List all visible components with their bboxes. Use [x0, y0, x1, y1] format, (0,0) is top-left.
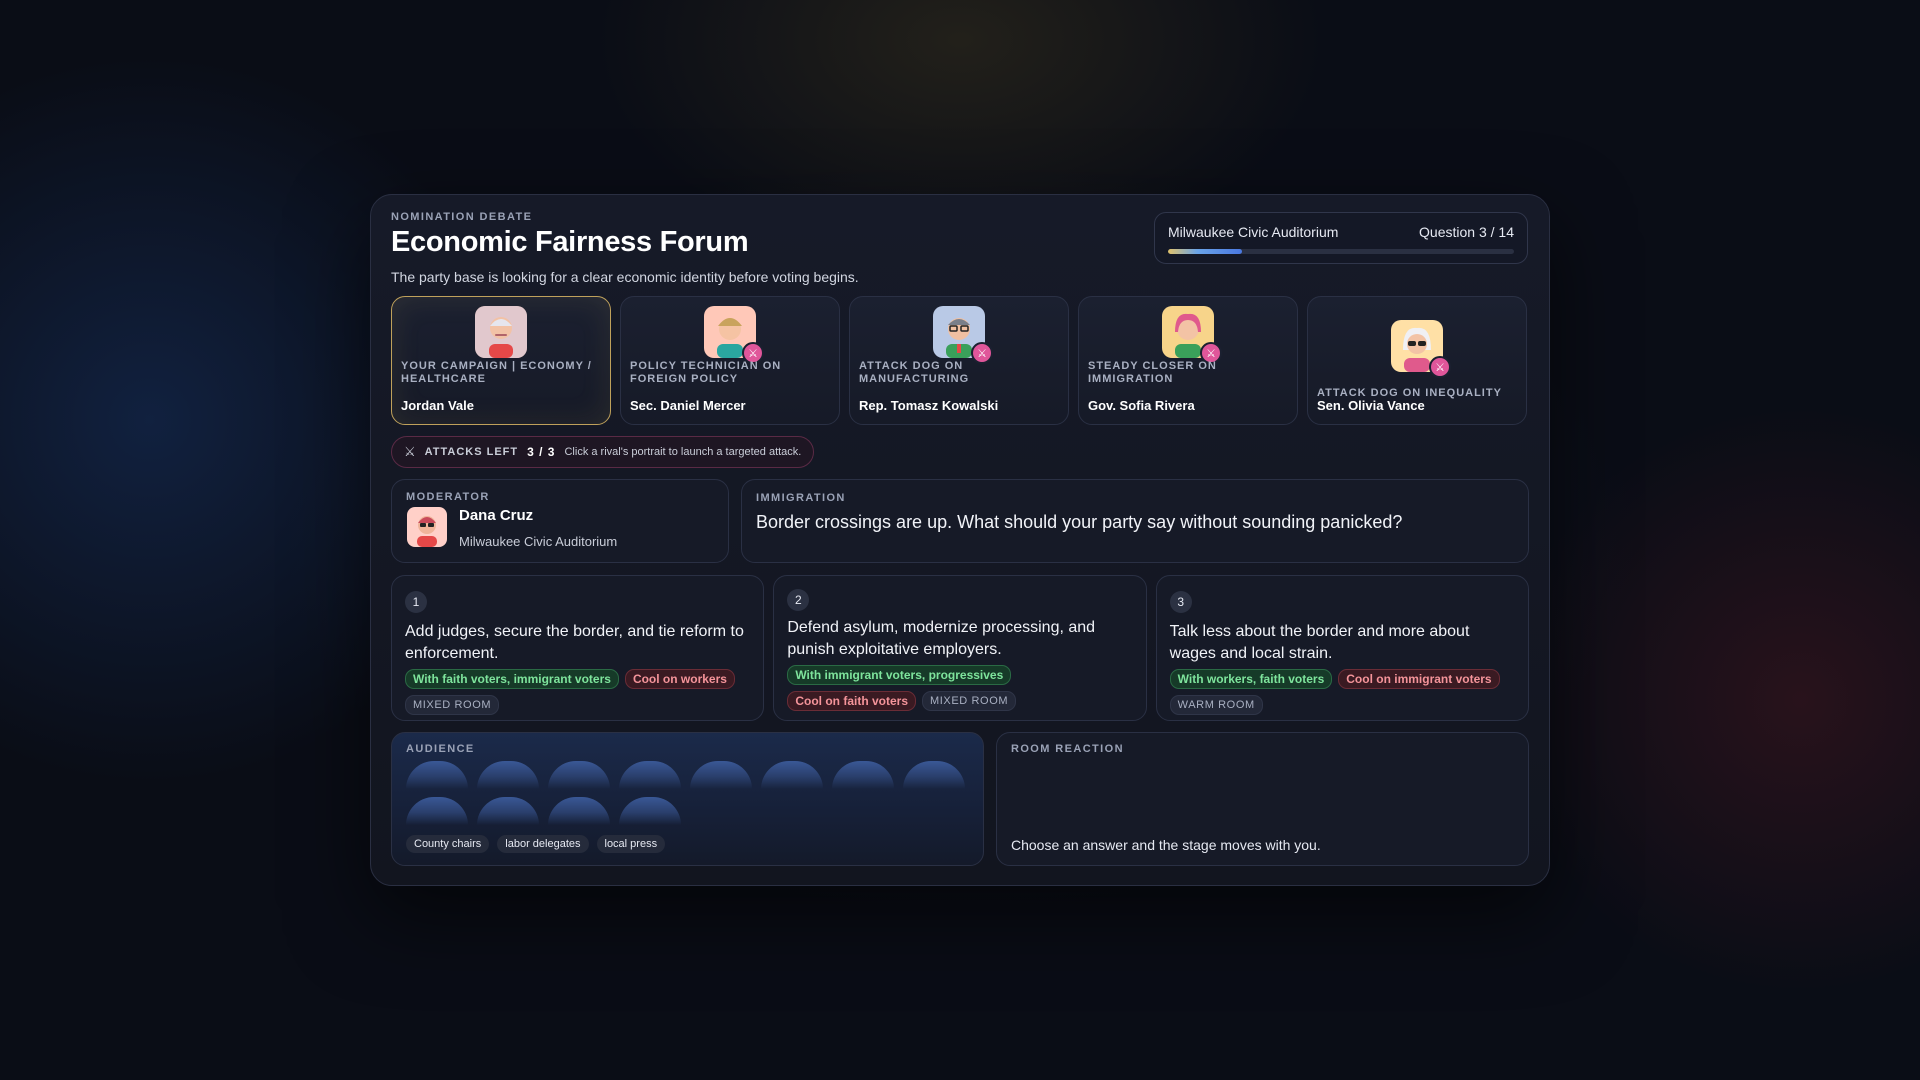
swords-badge-icon: ⚔ — [1429, 356, 1451, 378]
candidate-name: Rep. Tomasz Kowalski — [859, 398, 999, 413]
candidate-card-tomasz-kowalski[interactable]: ⚔ ATTACK DOG ON MANUFACTURING Rep. Tomas… — [849, 296, 1069, 425]
audience-chip: local press — [596, 835, 666, 853]
candidate-role: POLICY TECHNICIAN ON FOREIGN POLICY — [630, 360, 782, 385]
answer-number: 2 — [787, 589, 810, 611]
candidate-role: ATTACK DOG ON MANUFACTURING — [859, 360, 970, 385]
audience-seat — [832, 761, 894, 789]
candidate-name: Sen. Olivia Vance — [1317, 398, 1425, 413]
attacks-hint: Click a rival's portrait to launch a tar… — [564, 446, 802, 458]
candidate-card-daniel-mercer[interactable]: ⚔ POLICY TECHNICIAN ON FOREIGN POLICY Se… — [620, 296, 840, 425]
candidate-name: Jordan Vale — [401, 398, 474, 413]
tag-detractors: Cool on immigrant voters — [1338, 669, 1500, 689]
progress-fill — [1168, 249, 1243, 254]
debate-panel: NOMINATION DEBATE Economic Fairness Foru… — [370, 194, 1550, 886]
reaction-text: Choose an answer and the stage moves wit… — [1011, 837, 1321, 853]
tag-room: WARM ROOM — [1169, 695, 1263, 715]
tag-detractors: Cool on workers — [624, 669, 735, 689]
tag-detractors: Cool on faith voters — [787, 691, 916, 711]
tag-room: MIXED ROOM — [922, 691, 1017, 711]
moderator-label: MODERATOR — [406, 491, 490, 503]
audience-chip: County chairs — [406, 835, 490, 853]
audience-seat — [619, 797, 681, 825]
answer-number: 1 — [405, 591, 427, 613]
venue-progress: Milwaukee Civic Auditorium Question 3 / … — [1154, 212, 1528, 264]
answer-text: Defend asylum, modernize processing, and… — [787, 619, 1096, 658]
question-text: Border crossings are up. What should you… — [756, 512, 1403, 532]
room-reaction-panel: ROOM REACTION Choose an answer and the s… — [996, 732, 1529, 866]
reaction-label: ROOM REACTION — [1011, 743, 1124, 755]
tag-supporters: With workers, faith voters — [1169, 669, 1333, 689]
audience-seat — [619, 761, 681, 789]
candidate-card-sofia-rivera[interactable]: ⚔ STEADY CLOSER ON IMMIGRATION Gov. Sofi… — [1078, 296, 1298, 425]
answer-option-1[interactable]: 1 Add judges, secure the border, and tie… — [391, 575, 765, 721]
moderator-venue: Milwaukee Civic Auditorium — [459, 534, 618, 549]
tag-room: MIXED ROOM — [405, 695, 500, 715]
candidate-name: Gov. Sofia Rivera — [1088, 398, 1195, 413]
audience-seat — [406, 761, 468, 789]
audience-seat — [477, 761, 539, 789]
moderator-avatar — [407, 507, 447, 547]
page-subtitle: The party base is looking for a clear ec… — [391, 269, 859, 285]
answer-number: 3 — [1169, 591, 1192, 613]
tag-supporters: With faith voters, immigrant voters — [405, 669, 619, 689]
answer-option-3[interactable]: 3 Talk less about the border and more ab… — [1155, 575, 1529, 721]
moderator-card: MODERATOR Dana Cruz Milwaukee Civic Audi… — [391, 479, 729, 563]
attacks-label: ATTACKS LEFT — [424, 446, 519, 458]
venue-name: Milwaukee Civic Auditorium — [1168, 224, 1339, 240]
candidate-card-jordan-vale: YOUR CAMPAIGN | ECONOMY / HEALTHCARE Jor… — [391, 296, 611, 425]
answer-text: Add judges, secure the border, and tie r… — [405, 623, 744, 662]
portrait-icon — [475, 306, 527, 358]
audience-panel: AUDIENCE County chairs labor delegates l… — [391, 732, 984, 866]
audience-seat — [477, 797, 539, 825]
candidate-portrait[interactable]: ⚔ — [704, 306, 764, 364]
audience-seat — [548, 761, 610, 789]
audience-seat — [406, 797, 468, 825]
candidate-row: YOUR CAMPAIGN | ECONOMY / HEALTHCARE Jor… — [391, 296, 1529, 425]
candidate-portrait[interactable]: ⚔ — [1391, 320, 1451, 378]
candidate-role: STEADY CLOSER ON IMMIGRATION — [1088, 360, 1217, 385]
audience-seat — [761, 761, 823, 789]
audience-seats — [406, 761, 976, 825]
audience-seat — [903, 761, 965, 789]
candidate-name: Sec. Daniel Mercer — [630, 398, 746, 413]
tag-supporters: With immigrant voters, progressives — [787, 665, 1012, 685]
portrait-icon — [407, 507, 447, 547]
candidate-portrait[interactable]: ⚔ — [933, 306, 993, 364]
question-topic: IMMIGRATION — [756, 492, 846, 504]
question-counter: Question 3 / 14 — [1419, 224, 1514, 240]
audience-seat — [690, 761, 752, 789]
attacks-left-pill: ⚔ ATTACKS LEFT 3 / 3 Click a rival's por… — [391, 436, 815, 468]
audience-chip: labor delegates — [497, 835, 589, 853]
candidate-card-olivia-vance[interactable]: ⚔ ATTACK DOG ON INEQUALITY Sen. Olivia V… — [1307, 296, 1527, 425]
progress-bar — [1168, 249, 1514, 254]
swords-icon: ⚔ — [404, 444, 416, 459]
attacks-count: 3 / 3 — [527, 445, 556, 459]
candidate-portrait — [475, 306, 527, 358]
answer-options: 1 Add judges, secure the border, and tie… — [391, 575, 1529, 721]
candidate-role: YOUR CAMPAIGN | ECONOMY / HEALTHCARE — [401, 360, 592, 385]
answer-text: Talk less about the border and more abou… — [1169, 623, 1470, 662]
audience-seat — [548, 797, 610, 825]
moderator-name: Dana Cruz — [459, 507, 534, 524]
question-card: IMMIGRATION Border crossings are up. Wha… — [741, 479, 1529, 563]
candidate-portrait[interactable]: ⚔ — [1162, 306, 1222, 364]
answer-option-2[interactable]: 2 Defend asylum, modernize processing, a… — [773, 575, 1147, 721]
audience-label: AUDIENCE — [406, 743, 475, 755]
